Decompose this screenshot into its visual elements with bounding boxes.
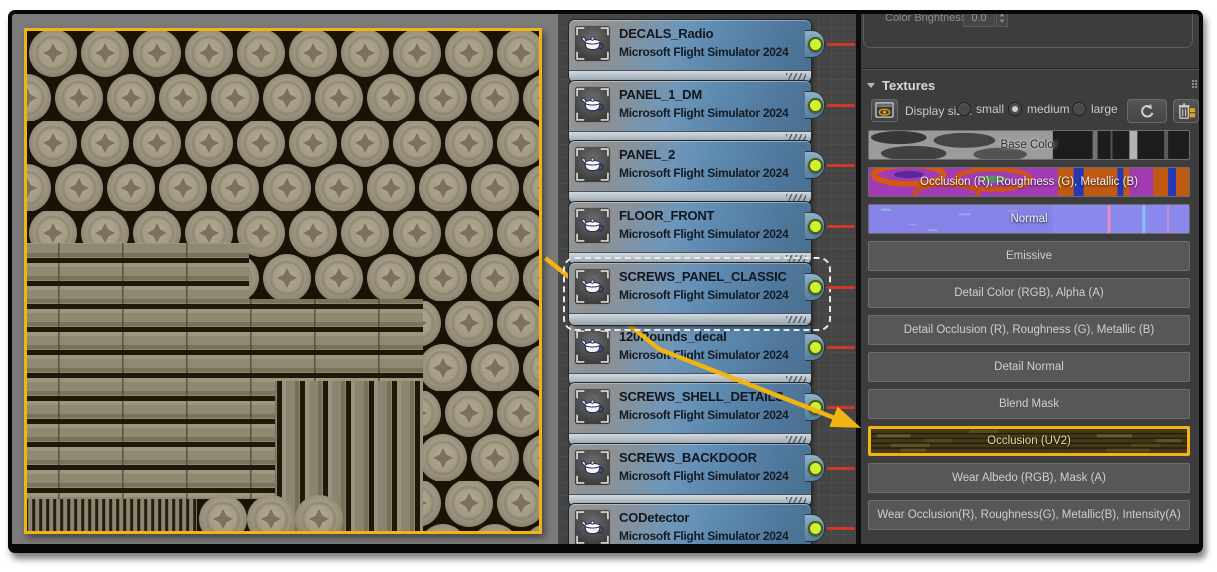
refresh-icon <box>1139 103 1156 120</box>
node-title: SCREWS_BACKDOOR <box>619 450 757 465</box>
monitor-eye-icon <box>875 102 894 119</box>
teapot-icon <box>574 25 611 62</box>
material-parameters-panel: Color Brightness 0.0 Textures Display si… <box>861 14 1199 544</box>
output-socket[interactable] <box>808 37 823 52</box>
output-socket[interactable] <box>808 158 823 173</box>
connection-wire <box>827 225 855 228</box>
material-editor-window: DECALS_Radio Microsoft Flight Simulator … <box>8 10 1203 553</box>
textures-rollout-title: Textures <box>882 78 935 93</box>
output-socket[interactable] <box>808 219 823 234</box>
node-title: 120Rounds_decal <box>619 329 727 344</box>
screenshot-page: DECALS_Radio Microsoft Flight Simulator … <box>0 0 1217 572</box>
node-subtitle: Microsoft Flight Simulator 2024 <box>619 469 788 483</box>
textures-toolbar: Display size: small medium large <box>861 99 1199 125</box>
node-title: DECALS_Radio <box>619 26 713 41</box>
connection-wire <box>827 406 855 409</box>
node-subtitle: Microsoft Flight Simulator 2024 <box>619 227 788 241</box>
node-title: SCREWS_SHELL_DETAILS <box>619 389 784 404</box>
output-socket[interactable] <box>808 340 823 355</box>
material-node-screws-shell-details[interactable]: SCREWS_SHELL_DETAILS Microsoft Flight Si… <box>569 383 811 445</box>
color-brightness-group: Color Brightness 0.0 <box>863 10 1193 48</box>
trash-icon <box>1177 102 1196 121</box>
teapot-icon <box>574 509 611 546</box>
color-brightness-value: 0.0 <box>963 10 995 27</box>
output-socket[interactable] <box>808 521 823 536</box>
show-in-viewport-button[interactable] <box>871 99 898 122</box>
node-subtitle: Microsoft Flight Simulator 2024 <box>619 106 788 120</box>
texture-slot-list: Base Color <box>868 130 1190 530</box>
screws-texture-image <box>27 31 539 531</box>
teapot-icon <box>574 328 611 365</box>
output-socket[interactable] <box>808 280 823 295</box>
radio-small[interactable] <box>957 102 971 116</box>
material-node-screws-panel-classic[interactable]: SCREWS_PANEL_CLASSIC Microsoft Flight Si… <box>569 263 811 325</box>
material-node-panel-2[interactable]: PANEL_2 Microsoft Flight Simulator 2024 <box>569 141 811 203</box>
output-socket[interactable] <box>808 461 823 476</box>
node-subtitle: Microsoft Flight Simulator 2024 <box>619 529 788 543</box>
material-node-graph[interactable]: DECALS_Radio Microsoft Flight Simulator … <box>558 14 856 544</box>
material-node-screws-backdoor[interactable]: SCREWS_BACKDOOR Microsoft Flight Simulat… <box>569 444 811 506</box>
rollout-grip-dots <box>1192 80 1194 82</box>
color-brightness-label: Color Brightness <box>885 12 966 24</box>
material-node-codetector[interactable]: CODetector Microsoft Flight Simulator 20… <box>569 504 811 553</box>
refresh-textures-button[interactable] <box>1127 99 1167 123</box>
texture-slot-detail-normal[interactable]: Detail Normal <box>868 352 1190 382</box>
node-title: CODetector <box>619 510 689 525</box>
material-node-decals-radio[interactable]: DECALS_Radio Microsoft Flight Simulator … <box>569 20 811 82</box>
display-size-medium-option[interactable]: medium <box>1008 102 1070 116</box>
node-title: PANEL_1_DM <box>619 87 702 102</box>
texture-slot-blend-mask[interactable]: Blend Mask <box>868 389 1190 419</box>
node-subtitle: Microsoft Flight Simulator 2024 <box>619 45 788 59</box>
teapot-icon <box>574 449 611 486</box>
texture-slot-occlusion-roughness-metallic[interactable]: Occlusion (R), Roughness (G), Metallic (… <box>868 167 1190 197</box>
radio-large[interactable] <box>1072 102 1086 116</box>
texture-slot-occlusion-uv2[interactable]: Occlusion (UV2) <box>868 426 1190 456</box>
connection-wire <box>827 527 855 530</box>
texture-slot-wear-occlusion[interactable]: Wear Occlusion(R), Roughness(G), Metalli… <box>868 500 1190 530</box>
node-title: PANEL_2 <box>619 147 675 162</box>
teapot-icon <box>574 388 611 425</box>
delete-textures-button[interactable] <box>1173 99 1199 123</box>
texture-preview-window[interactable] <box>24 28 542 534</box>
display-size-small-option[interactable]: small <box>957 102 1004 116</box>
teapot-icon <box>574 207 611 244</box>
texture-slot-base-color[interactable]: Base Color <box>868 130 1190 160</box>
texture-preview-pane <box>12 14 558 544</box>
texture-slot-normal[interactable]: Normal <box>868 204 1190 234</box>
texture-slot-wear-albedo[interactable]: Wear Albedo (RGB), Mask (A) <box>868 463 1190 493</box>
radio-medium[interactable] <box>1008 102 1022 116</box>
triangle-down-icon[interactable] <box>867 83 875 88</box>
connection-wire <box>827 164 855 167</box>
node-resize-grip[interactable] <box>569 313 811 325</box>
connection-wire <box>827 346 855 349</box>
panel-separator <box>861 68 1199 70</box>
connection-wire <box>827 286 855 289</box>
teapot-icon <box>574 146 611 183</box>
output-socket[interactable] <box>808 98 823 113</box>
connection-wire <box>827 43 855 46</box>
node-subtitle: Microsoft Flight Simulator 2024 <box>619 408 788 422</box>
spinner-arrows-icon <box>996 10 1008 27</box>
material-node-panel-1-dm[interactable]: PANEL_1_DM Microsoft Flight Simulator 20… <box>569 81 811 143</box>
node-subtitle: Microsoft Flight Simulator 2024 <box>619 288 788 302</box>
texture-slot-detail-color[interactable]: Detail Color (RGB), Alpha (A) <box>868 278 1190 308</box>
material-node-120rounds-decal[interactable]: 120Rounds_decal Microsoft Flight Simulat… <box>569 323 811 385</box>
texture-slot-emissive[interactable]: Emissive <box>868 241 1190 271</box>
node-title: SCREWS_PANEL_CLASSIC <box>619 269 787 284</box>
teapot-icon <box>574 268 611 305</box>
textures-rollout-header[interactable]: Textures <box>867 77 935 93</box>
node-subtitle: Microsoft Flight Simulator 2024 <box>619 348 788 362</box>
output-socket[interactable] <box>808 400 823 415</box>
node-title: FLOOR_FRONT <box>619 208 714 223</box>
display-size-large-option[interactable]: large <box>1072 102 1118 116</box>
texture-slot-detail-occlusion-roughness-metallic[interactable]: Detail Occlusion (R), Roughness (G), Met… <box>868 315 1190 345</box>
node-subtitle: Microsoft Flight Simulator 2024 <box>619 166 788 180</box>
connection-wire <box>827 467 855 470</box>
teapot-icon <box>574 86 611 123</box>
connection-wire <box>827 104 855 107</box>
material-node-floor-front[interactable]: FLOOR_FRONT Microsoft Flight Simulator 2… <box>569 202 811 264</box>
